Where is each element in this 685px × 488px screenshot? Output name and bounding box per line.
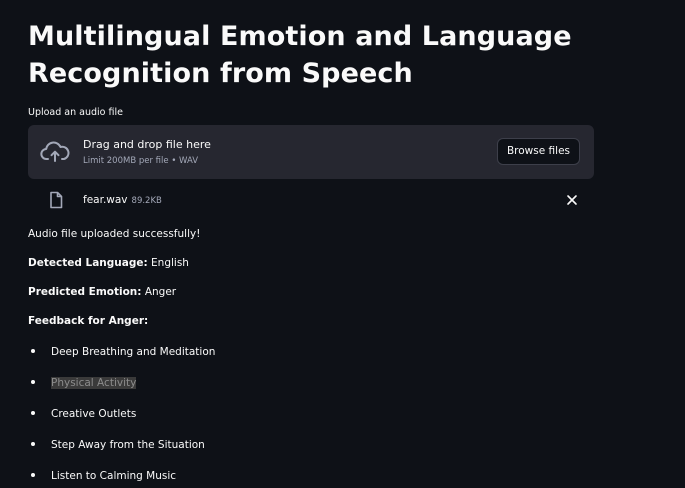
uploaded-file-row: fear.wav 89.2KB [28, 189, 594, 211]
uploaded-file-name: fear.wav [83, 194, 128, 206]
predicted-emotion-value: Anger [144, 286, 177, 298]
detected-language-value: English [151, 257, 189, 269]
feedback-item-text: Physical Activity [51, 377, 137, 389]
uploaded-file-size: 89.2KB [131, 196, 162, 206]
file-icon [50, 191, 63, 209]
main-content: Multilingual Emotion and Language Recogn… [28, 0, 594, 211]
list-item: Physical Activity [28, 375, 137, 391]
feedback-heading: Feedback for Anger: [28, 313, 148, 329]
page-title-line-2: Recognition from Speech [28, 58, 413, 89]
file-dropzone[interactable]: Drag and drop file here Limit 200MB per … [28, 125, 594, 179]
page-title: Multilingual Emotion and Language Recogn… [28, 18, 594, 92]
feedback-item-text: Deep Breathing and Meditation [51, 346, 216, 358]
dropzone-instructions: Drag and drop file here Limit 200MB per … [83, 137, 211, 168]
feedback-item-text: Creative Outlets [51, 408, 137, 420]
feedback-item-text: Listen to Calming Music [51, 470, 177, 482]
bullet-icon [31, 349, 35, 353]
upload-label: Upload an audio file [28, 107, 123, 118]
predicted-emotion: Predicted Emotion: Anger [28, 284, 176, 300]
list-item: Step Away from the Situation [28, 437, 205, 453]
dropzone-limits: Limit 200MB per file • WAV [83, 156, 199, 166]
feedback-heading-text: Feedback for Anger: [28, 315, 149, 327]
dropzone-title: Drag and drop file here [83, 138, 211, 151]
page-title-line-1: Multilingual Emotion and Language [28, 21, 572, 52]
upload-success-message: Audio file uploaded successfully! [28, 228, 201, 240]
feedback-item-text: Step Away from the Situation [51, 439, 205, 451]
browse-files-button[interactable]: Browse files [496, 138, 580, 165]
list-item: Creative Outlets [28, 406, 136, 422]
detected-language-label: Detected Language: [28, 257, 148, 269]
list-item: Deep Breathing and Meditation [28, 344, 215, 360]
close-icon[interactable] [564, 192, 580, 208]
bullet-icon [31, 411, 35, 415]
detected-language: Detected Language: English [28, 255, 189, 271]
cloud-upload-icon [40, 141, 70, 162]
bullet-icon [31, 473, 35, 477]
bullet-icon [31, 380, 35, 384]
list-item: Listen to Calming Music [28, 468, 176, 484]
uploaded-file-info: fear.wav 89.2KB [83, 192, 162, 209]
predicted-emotion-label: Predicted Emotion: [28, 286, 142, 298]
bullet-icon [31, 442, 35, 446]
